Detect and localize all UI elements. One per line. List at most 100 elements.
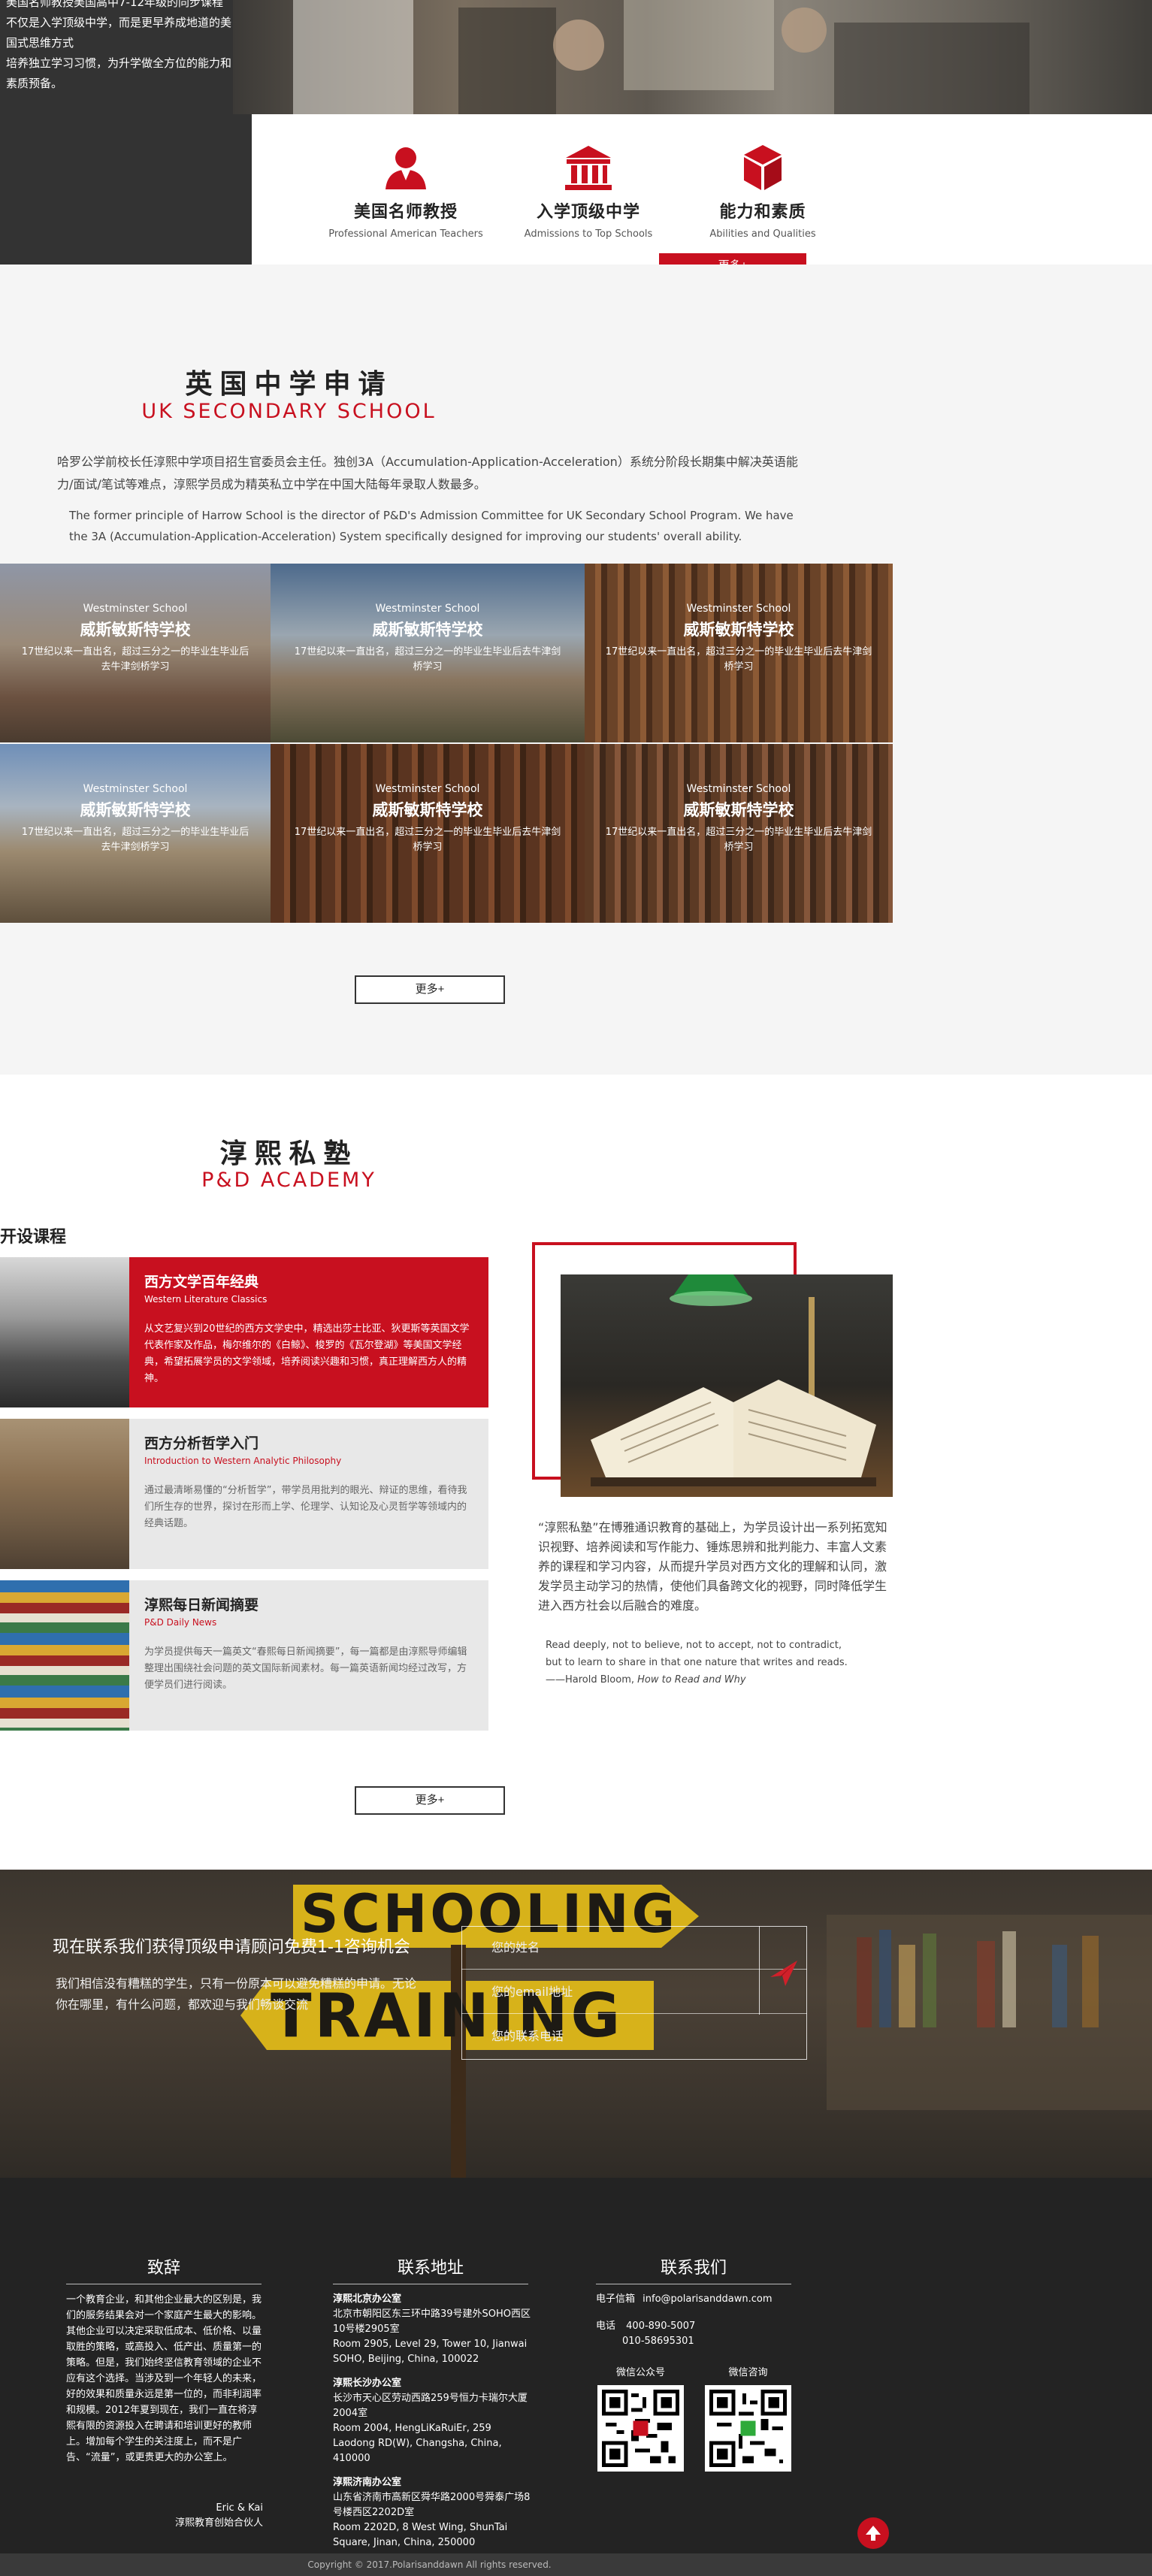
- office-address-en: Room 2202D, 8 West Wing, ShunTai Square,…: [333, 2522, 508, 2548]
- course-body: 淳熙每日新闻摘要 P&D Daily News 为学员提供每天一篇英文“春熙每日…: [129, 1580, 488, 1731]
- uk-intro-en: The former principle of Harrow School is…: [69, 509, 794, 543]
- school-caption: Westminster School 威斯敏斯特学校 17世纪以来一直出名，超过…: [585, 603, 893, 675]
- footer-col3-title: 联系我们: [660, 2259, 727, 2278]
- school-name-cn: 威斯敏斯特学校: [80, 801, 191, 819]
- course-body: 西方文学百年经典 Western Literature Classics 从文艺…: [129, 1257, 488, 1407]
- school-name-cn: 威斯敏斯特学校: [372, 801, 483, 819]
- signature-role: 淳熙教育创始合伙人: [174, 2517, 263, 2529]
- hero-classroom-photo: [233, 0, 1152, 114]
- quote-line: Read deeply, not to believe, not to acce…: [546, 1640, 842, 1651]
- quote-author: ——Harold Bloom,: [546, 1674, 638, 1686]
- qr-label: 微信咨询: [728, 2367, 768, 2378]
- school-caption: Westminster School 威斯敏斯特学校 17世纪以来一直出名，超过…: [271, 603, 585, 675]
- qr-code-consult: [705, 2385, 791, 2472]
- hero-section: 美国名师教授美国高中7-12年级的同步课程 不仅是入学顶级中学，而是更早养成地道…: [0, 0, 1152, 279]
- school-tile[interactable]: Westminster School 威斯敏斯特学校 17世纪以来一直出名，超过…: [271, 744, 585, 923]
- name-field[interactable]: 您的姓名: [461, 1926, 807, 1970]
- quote-book: How to Read and Why: [637, 1674, 746, 1686]
- contact-banner: SCHOOLING TRAINING 现在联系我们获得顶级申请顾问免费1-1咨询…: [0, 1870, 1152, 2178]
- school-grid: Westminster School 威斯敏斯特学校 17世纪以来一直出名，超过…: [0, 564, 893, 923]
- email-link[interactable]: info@polarisanddawn.com: [643, 2293, 772, 2305]
- email-field[interactable]: 您的email地址: [461, 1970, 807, 2014]
- office-jinan: 淳熙济南办公室 山东省济南市高新区舜华路2000号舜泰广场8号楼西区2202D室…: [333, 2475, 536, 2550]
- office-address-en: Room 2004, HengLiKaRuiEr, 259 Laodong RD…: [333, 2423, 502, 2464]
- school-desc: 17世纪以来一直出名，超过三分之一的毕业生毕业后去牛津剑桥学习: [605, 827, 872, 853]
- school-tile[interactable]: Westminster School 威斯敏斯特学校 17世纪以来一直出名，超过…: [585, 744, 893, 923]
- copyright-bar: Copyright © 2017.Polarisanddawn All righ…: [0, 2553, 1152, 2576]
- feature-title: 能力和素质: [719, 203, 806, 222]
- feature-schools: 入学顶级中学 Admissions to Top Schools: [498, 143, 679, 240]
- office-name: 淳熙济南办公室: [333, 2477, 402, 2488]
- uk-intro-cn: 哈罗公学前校长任淳熙中学项目招生官委员会主任。独创3A（Accumulation…: [57, 455, 798, 491]
- school-name-cn: 威斯敏斯特学校: [372, 621, 483, 639]
- course-title-en: Introduction to Western Analytic Philoso…: [144, 1456, 342, 1466]
- contact-email: 电子信箱 info@polarisanddawn.com: [596, 2292, 773, 2307]
- academy-title-cn: 淳熙私塾: [219, 1138, 358, 1169]
- school-name-cn: 威斯敏斯特学校: [80, 621, 191, 639]
- school-name-en: Westminster School: [83, 603, 188, 615]
- uk-title-cn: 英国中学申请: [185, 369, 393, 400]
- school-name-en: Westminster School: [686, 783, 791, 795]
- school-tile[interactable]: Westminster School 威斯敏斯特学校 17世纪以来一直出名，超过…: [0, 744, 271, 923]
- school-caption: Westminster School 威斯敏斯特学校 17世纪以来一直出名，超过…: [0, 603, 271, 675]
- academy-title-en: P&D ACADEMY: [201, 1169, 376, 1192]
- send-icon: [770, 1961, 797, 1986]
- school-caption: Westminster School 威斯敏斯特学校 17世纪以来一直出名，超过…: [0, 783, 271, 855]
- course-desc: 为学员提供每天一篇英文“春熙每日新闻摘要”，每一篇都是由淳熙导师编辑整理出围绕社…: [144, 1646, 467, 1691]
- phone-number: 010-58695301: [622, 2336, 694, 2347]
- courses-heading: 开设课程: [0, 1228, 67, 1247]
- hero-intro-line: 不仅是入学顶级中学，而是更早养成地道的美国式思维方式: [6, 16, 232, 50]
- school-name-en: Westminster School: [83, 783, 188, 795]
- office-name: 淳熙北京办公室: [333, 2293, 402, 2305]
- footer-col2-title: 联系地址: [397, 2259, 464, 2278]
- academy-more-button[interactable]: 更多+: [355, 1786, 505, 1815]
- copyright-text: Copyright © 2017.Polarisanddawn All righ…: [307, 2559, 552, 2570]
- open-book-image: [561, 1274, 893, 1497]
- feature-abilities: 能力和素质 Abilities and Qualities: [673, 143, 853, 240]
- school-desc: 17世纪以来一直出名，超过三分之一的毕业生毕业后去牛津剑桥学习: [294, 646, 561, 673]
- teacher-icon: [379, 143, 432, 192]
- course-desc: 从文艺复兴到20世纪的西方文学史中，精选出莎士比亚、狄更斯等英国文学代表作家及作…: [144, 1323, 470, 1384]
- qr-code-official-account: [597, 2385, 684, 2472]
- quote-attribution: ——Harold Bloom, How to Read and Why: [546, 1671, 899, 1689]
- school-name-cn: 威斯敏斯特学校: [683, 621, 794, 639]
- school-building-icon: [562, 143, 615, 192]
- feature-title: 入学顶级中学: [536, 203, 640, 222]
- course-card[interactable]: 西方分析哲学入门 Introduction to Western Analyti…: [0, 1419, 488, 1569]
- arrow-up-icon: [866, 2526, 881, 2541]
- feature-teachers: 美国名师教授 Professional American Teachers: [316, 143, 496, 240]
- course-image-painting: [0, 1419, 129, 1569]
- school-tile[interactable]: Westminster School 威斯敏斯特学校 17世纪以来一直出名，超过…: [271, 564, 585, 742]
- school-tile[interactable]: Westminster School 威斯敏斯特学校 17世纪以来一直出名，超过…: [585, 564, 893, 742]
- phone-field[interactable]: 您的联系电话: [461, 2015, 807, 2058]
- school-caption: Westminster School 威斯敏斯特学校 17世纪以来一直出名，超过…: [585, 783, 893, 855]
- phone-number: 400-890-5007: [626, 2321, 696, 2332]
- banner-text: 我们相信没有糟糕的学生，只有一份原本可以避免糟糕的申请。无论你在哪里，有什么问题…: [56, 1976, 417, 2012]
- hero-intro-line: 培养独立学习习惯，为升学做全方位的能力和素质预备。: [6, 56, 232, 90]
- office-address-cn: 长沙市天心区劳动西路259号恒力卡瑞尔大厦2004室: [333, 2393, 528, 2419]
- submit-button[interactable]: [759, 1926, 807, 2015]
- feature-title: 美国名师教授: [353, 203, 458, 222]
- school-name-cn: 威斯敏斯特学校: [683, 801, 794, 819]
- footer-message: 一个教育企业，和其他企业最大的区别是，我们的服务结果会对一个家庭产生最大的影响。…: [66, 2294, 262, 2463]
- academy-quote-en: Read deeply, not to believe, not to acce…: [546, 1637, 899, 1689]
- office-address-cn: 北京市朝阳区东三环中路39号建外SOHO西区10号楼2905室: [333, 2308, 531, 2335]
- office-address-cn: 山东省济南市高新区舜华路2000号舜泰广场8号楼西区2202D室: [333, 2492, 531, 2518]
- back-to-top-button[interactable]: [857, 2517, 889, 2549]
- cube-icon: [736, 143, 789, 192]
- quote-line: but to learn to share in that one nature…: [546, 1657, 848, 1668]
- course-desc: 通过最清晰易懂的“分析哲学”，带学员用批判的眼光、辩证的思维，看待我们所生存的世…: [144, 1485, 467, 1529]
- footer-signature: Eric & Kai 淳熙教育创始合伙人: [66, 2501, 263, 2531]
- course-card[interactable]: 淳熙每日新闻摘要 P&D Daily News 为学员提供每天一篇英文“春熙每日…: [0, 1580, 488, 1731]
- school-desc: 17世纪以来一直出名，超过三分之一的毕业生毕业后去牛津剑桥学习: [294, 827, 561, 853]
- course-card[interactable]: 西方文学百年经典 Western Literature Classics 从文艺…: [0, 1257, 488, 1407]
- qr-label: 微信公众号: [615, 2367, 665, 2378]
- feature-subtitle: Admissions to Top Schools: [524, 228, 653, 240]
- frame-accent: [794, 1242, 797, 1276]
- contact-phone: 电话 400-890-5007: [596, 2319, 695, 2334]
- hero-intro-panel: 美国名师教授美国高中7-12年级的同步课程 不仅是入学顶级中学，而是更早养成地道…: [0, 0, 252, 265]
- hero-intro-line: 美国名师教授美国高中7-12年级的同步课程: [6, 0, 224, 9]
- school-tile[interactable]: Westminster School 威斯敏斯特学校 17世纪以来一直出名，超过…: [0, 564, 271, 742]
- uk-more-button[interactable]: 更多+: [355, 975, 505, 1004]
- office-name: 淳熙长沙办公室: [333, 2378, 402, 2389]
